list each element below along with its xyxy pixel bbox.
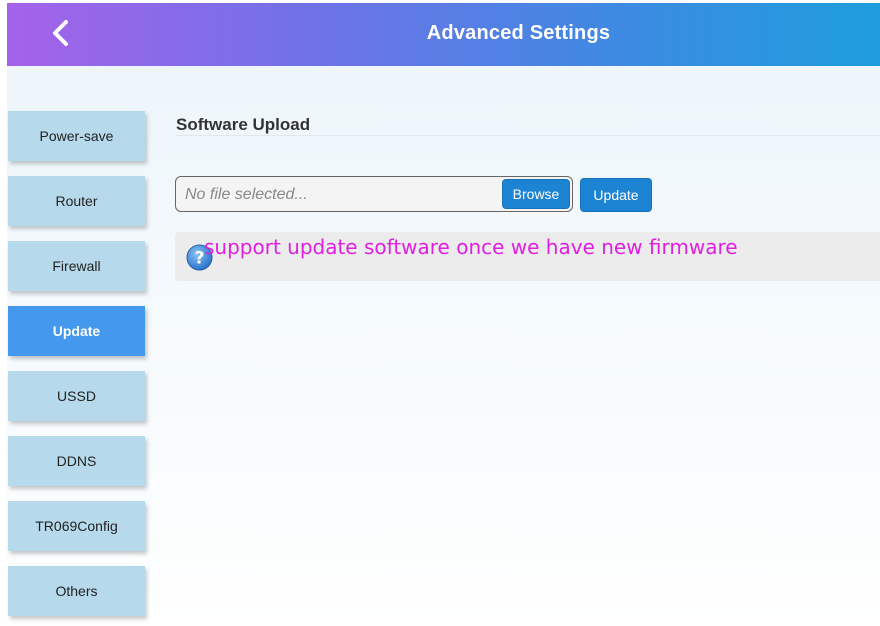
sidebar-item-firewall[interactable]: Firewall bbox=[8, 241, 145, 291]
page-title: Advanced Settings bbox=[426, 22, 611, 44]
file-input[interactable]: No file selected... Browse bbox=[175, 176, 573, 212]
sidebar-item-label: TR069Config bbox=[35, 518, 118, 534]
section-title: Software Upload bbox=[176, 115, 311, 134]
browse-button[interactable]: Browse bbox=[502, 179, 570, 209]
sidebar-item-label: DDNS bbox=[56, 453, 97, 469]
update-button[interactable]: Update bbox=[580, 178, 652, 212]
info-message: support update software once we have new… bbox=[204, 235, 738, 259]
sidebar-item-label: Power-save bbox=[39, 128, 114, 144]
svg-text:?: ? bbox=[195, 249, 205, 269]
sidebar-item-label: USSD bbox=[57, 388, 96, 404]
sidebar-item-ddns[interactable]: DDNS bbox=[8, 436, 145, 486]
sidebar-item-label: Firewall bbox=[52, 258, 101, 274]
sidebar-item-others[interactable]: Others bbox=[8, 566, 145, 616]
section-divider bbox=[176, 135, 880, 136]
sidebar-item-label: Update bbox=[52, 323, 101, 339]
sidebar-item-label: Others bbox=[55, 583, 98, 599]
sidebar-item-tr069config[interactable]: TR069Config bbox=[8, 501, 145, 551]
sidebar-item-power-save[interactable]: Power-save bbox=[8, 111, 145, 161]
sidebar-item-label: Router bbox=[55, 193, 98, 209]
sidebar-item-ussd[interactable]: USSD bbox=[8, 371, 145, 421]
sidebar-item-router[interactable]: Router bbox=[8, 176, 145, 226]
file-input-placeholder: No file selected... bbox=[185, 186, 308, 203]
header-bar: Advanced Settings bbox=[7, 3, 880, 66]
sidebar-item-update[interactable]: Update bbox=[8, 306, 145, 356]
